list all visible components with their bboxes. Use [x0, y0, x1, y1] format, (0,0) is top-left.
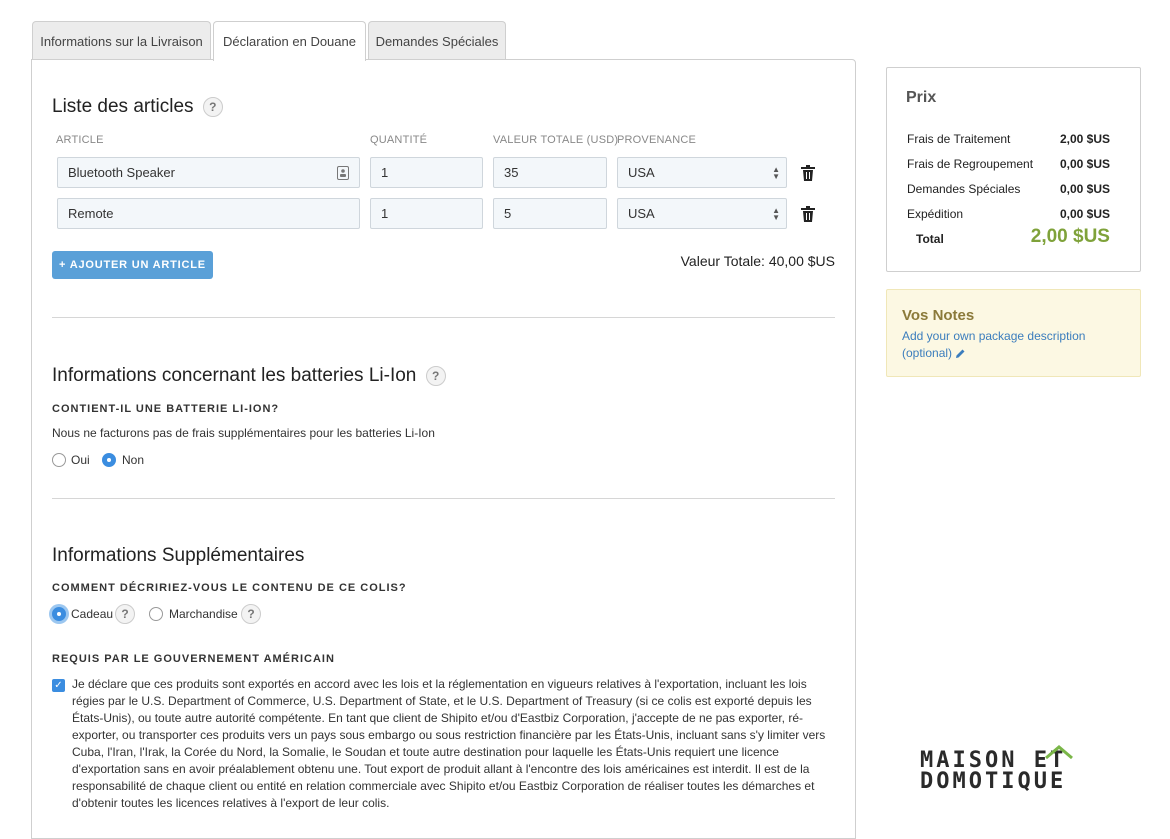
- price-row: Frais de Regroupement 0,00 $US: [907, 157, 1110, 171]
- help-icon[interactable]: ?: [241, 604, 261, 624]
- gov-required-label: REQUIS PAR LE GOUVERNEMENT AMÉRICAIN: [52, 653, 335, 665]
- origin-select[interactable]: USA ▲ ▼: [617, 157, 787, 188]
- trash-icon[interactable]: [801, 206, 815, 222]
- radio-label-gift: Cadeau: [71, 607, 114, 621]
- article-name-input[interactable]: Remote: [57, 198, 360, 229]
- divider: [52, 317, 835, 318]
- price-row: Demandes Spéciales 0,00 $US: [907, 182, 1110, 196]
- contact-card-icon: [337, 165, 349, 180]
- tab-special-requests[interactable]: Demandes Spéciales: [368, 21, 506, 60]
- tab-delivery-info[interactable]: Informations sur la Livraison: [32, 21, 211, 60]
- value-input[interactable]: 35: [493, 157, 607, 188]
- col-quantity: QUANTITÉ: [370, 134, 428, 146]
- radio-label-merchandise: Marchandise: [169, 607, 238, 621]
- price-row: Expédition 0,00 $US: [907, 207, 1110, 221]
- house-icon: [1045, 745, 1073, 760]
- value-input[interactable]: 5: [493, 198, 607, 229]
- radio-label-yes: Oui: [71, 453, 90, 467]
- notes-optional-link[interactable]: (optional): [902, 346, 966, 360]
- radio-merchandise[interactable]: [149, 607, 163, 621]
- watermark-logo: MAISON ET DOMOTIQUE: [920, 745, 1130, 794]
- extra-info-title: Informations Supplémentaires: [52, 545, 305, 566]
- radio-gift[interactable]: [52, 607, 66, 621]
- quantity-input[interactable]: 1: [370, 157, 483, 188]
- price-total-label: Total: [916, 232, 944, 246]
- content-question: COMMENT DÉCRIRIEZ-VOUS LE CONTENU DE CE …: [52, 582, 407, 594]
- articles-title: Liste des articles ?: [52, 96, 223, 118]
- tab-customs-declaration[interactable]: Déclaration en Douane: [213, 21, 366, 61]
- article-name-input[interactable]: Bluetooth Speaker: [57, 157, 360, 188]
- notes-card: Vos Notes Add your own package descripti…: [886, 289, 1141, 377]
- add-article-button[interactable]: + AJOUTER UN ARTICLE: [52, 251, 213, 279]
- battery-note: Nous ne facturons pas de frais supplémen…: [52, 426, 435, 440]
- logo-line1: MAISON ET: [920, 748, 1067, 773]
- declaration-checkbox[interactable]: ✓: [52, 679, 65, 692]
- price-total-value: 2,00 $US: [1030, 226, 1110, 247]
- battery-title: Informations concernant les batteries Li…: [52, 365, 446, 387]
- radio-label-no: Non: [122, 453, 145, 467]
- radio-battery-no[interactable]: [102, 453, 116, 467]
- price-title: Prix: [906, 89, 937, 106]
- notes-title: Vos Notes: [902, 307, 975, 324]
- origin-select[interactable]: USA ▲ ▼: [617, 198, 787, 229]
- col-origin: PROVENANCE: [617, 134, 697, 146]
- quantity-input[interactable]: 1: [370, 198, 483, 229]
- divider: [52, 498, 835, 499]
- price-row: Frais de Traitement 2,00 $US: [907, 132, 1110, 146]
- pencil-icon: [956, 349, 965, 359]
- select-arrows-icon: ▲ ▼: [772, 164, 780, 181]
- battery-question: CONTIENT-IL UNE BATTERIE LI-ION?: [52, 403, 280, 415]
- notes-add-link[interactable]: Add your own package description: [902, 329, 1085, 343]
- check-icon: ✓: [54, 680, 63, 691]
- trash-icon[interactable]: [801, 165, 815, 181]
- col-value: VALEUR TOTALE (USD): [493, 134, 619, 146]
- radio-battery-yes[interactable]: [52, 453, 66, 467]
- help-icon[interactable]: ?: [425, 365, 446, 386]
- help-icon[interactable]: ?: [115, 604, 135, 624]
- price-card: Prix Frais de Traitement 2,00 $US Frais d…: [886, 67, 1141, 272]
- select-arrows-icon: ▲ ▼: [772, 205, 780, 222]
- declaration-text: Je déclare que ces produits sont exporté…: [72, 677, 826, 810]
- logo-line2: DOMOTIQUE: [920, 769, 1067, 794]
- col-article: ARTICLE: [56, 134, 104, 146]
- help-icon[interactable]: ?: [202, 96, 223, 117]
- total-value: Valeur Totale: 40,00 $US: [680, 253, 835, 269]
